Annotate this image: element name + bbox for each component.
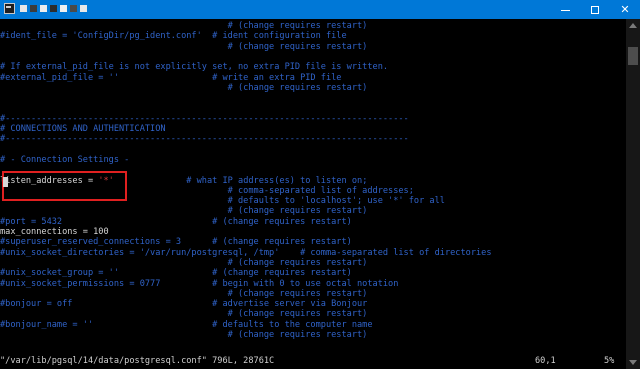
terminal-app-icon [4,3,15,14]
editor-line: #---------------------------------------… [0,134,409,145]
close-button[interactable]: ✕ [610,0,640,19]
editor-line: #superuser_reserved_connections = 3 # (c… [0,237,352,248]
vim-status-line: "/var/lib/pgsql/14/data/postgresql.conf"… [0,356,274,366]
scroll-down-arrow-icon[interactable] [629,360,637,365]
editor-line: # (change requires restart) [0,41,368,52]
editor-line: #unix_socket_group = '' # (change requir… [0,268,352,279]
editor-line: # (change requires restart) [0,330,368,340]
editor-line: # (change requires restart) [0,82,368,93]
maximize-button[interactable] [580,0,610,19]
editor-line: #external_pid_file = '' # write an extra… [0,72,342,83]
minimize-icon [560,10,570,11]
close-icon: ✕ [620,3,630,16]
editor-line: # (change requires restart) [0,206,368,217]
maximize-icon [591,5,599,14]
editor-line: max_connections = 100 [0,227,109,237]
editor-line: # - Connection Settings - [0,154,130,165]
editor-line: #ident_file = 'ConfigDir/pg_ident.conf' … [0,31,347,42]
listen-addresses-highlight-box [2,171,127,201]
redacted-title-block [60,5,67,12]
redacted-title-block [30,5,37,12]
editor-line: # (change requires restart) [0,21,368,31]
window-title-redacted [20,3,87,15]
editor-line: #unix_socket_permissions = 0777 # begin … [0,278,399,289]
redacted-title-block [40,5,47,12]
vertical-scrollbar[interactable] [626,19,640,369]
editor-line: # (change requires restart) [0,309,368,320]
minimize-button[interactable] [550,0,580,19]
text-cursor [3,177,8,187]
editor-line: #---------------------------------------… [0,113,409,124]
redacted-title-block [20,5,27,12]
scroll-up-arrow-icon[interactable] [629,23,637,28]
editor-line: #bonjour = off # advertise server via Bo… [0,299,368,310]
editor-line: #bonjour_name = '' # defaults to the com… [0,319,373,330]
setting-comment: # what IP address(es) to listen on; [113,175,368,186]
status-percent: 5% [604,356,615,366]
redacted-title-block [50,5,57,12]
window-controls: ✕ [550,0,640,19]
window-titlebar[interactable]: ✕ [0,0,640,19]
redacted-title-block [80,5,87,12]
scrollbar-thumb[interactable] [628,47,638,66]
editor-line: # CONNECTIONS AND AUTHENTICATION [0,124,166,134]
editor-line: # (change requires restart) [0,288,368,299]
editor-line: #port = 5432 # (change requires restart) [0,216,352,227]
editor-line: # (change requires restart) [0,257,368,268]
editor-line: # If external_pid_file is not explicitly… [0,62,389,73]
redacted-title-block [70,5,77,12]
status-cursor-position: 60,1 [535,356,556,366]
status-file-info: "/var/lib/pgsql/14/data/postgresql.conf"… [0,356,275,366]
editor-line: #unix_socket_directories = '/var/run/pos… [0,247,492,258]
